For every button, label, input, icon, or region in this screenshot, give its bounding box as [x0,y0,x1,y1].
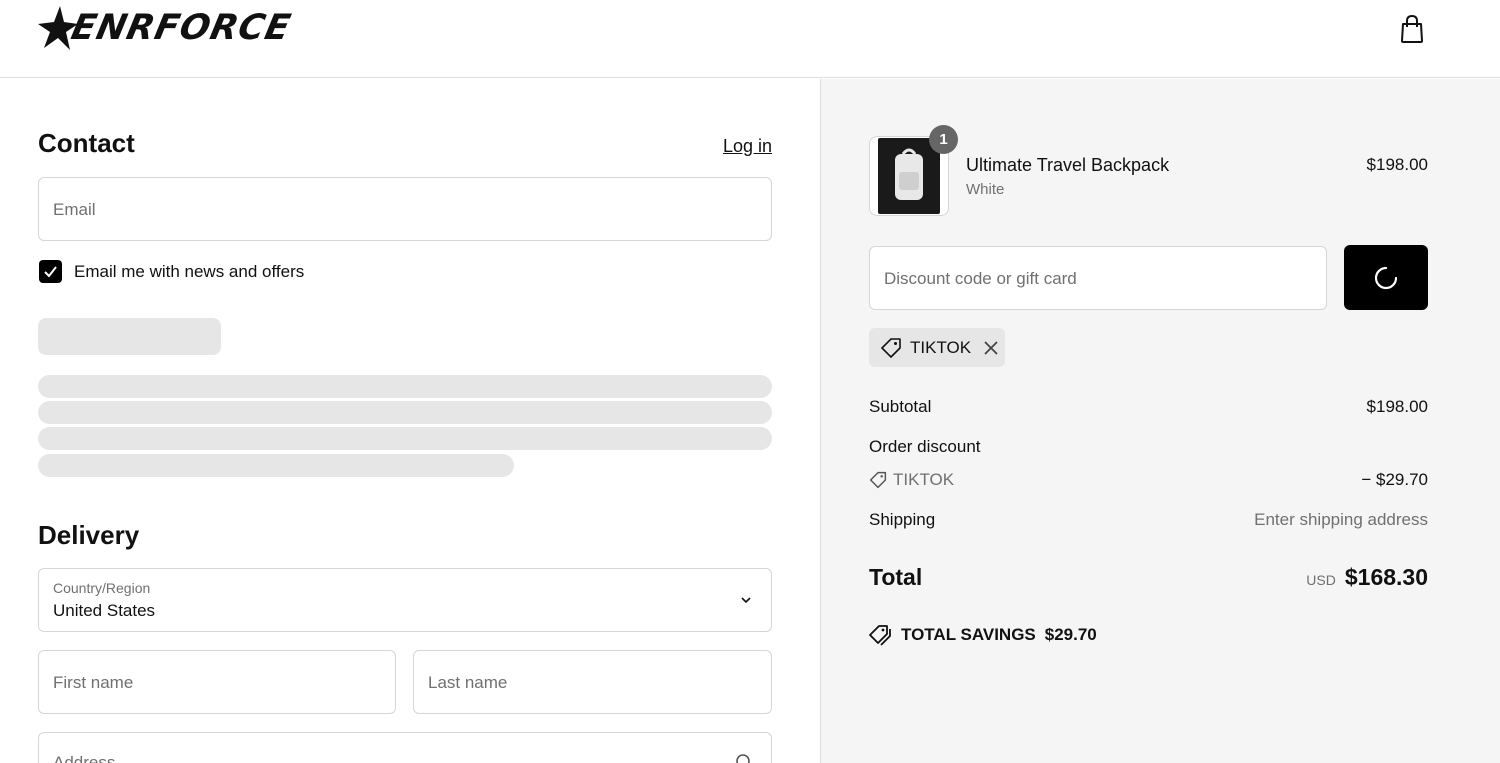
login-link[interactable]: Log in [723,136,772,157]
apply-discount-button[interactable] [1344,245,1428,310]
skeleton-line [38,401,772,424]
quantity-badge: 1 [929,125,958,154]
subtotal-value: $198.00 [1366,397,1428,416]
savings-label: TOTAL SAVINGS [901,625,1036,644]
skeleton-block [38,318,221,355]
first-name-field[interactable]: First name [38,650,396,714]
country-label: Country/Region [53,580,151,596]
product-variant: White [966,181,1005,198]
loading-spinner-icon [1374,266,1398,289]
discount-code-field[interactable]: Discount code or gift card [869,246,1327,310]
applied-discount-chip: TIKTOK [869,328,1005,367]
remove-discount-icon[interactable] [983,340,999,356]
applied-code-text: TIKTOK [910,337,972,357]
checkmark-icon [44,266,57,278]
total-amount: USD $168.30 [1306,564,1428,591]
last-name-field[interactable]: Last name [413,650,772,714]
search-icon [736,754,750,763]
discount-code-placeholder: Discount code or gift card [884,269,1077,288]
skeleton-line [38,427,772,450]
skeleton-line [38,375,772,398]
first-name-placeholder: First name [53,673,134,692]
email-field[interactable]: Email [38,177,772,241]
discount-code-line: TIKTOK [869,470,954,490]
total-currency: USD [1306,572,1336,588]
product-image [878,138,940,214]
tag-icon [869,471,887,489]
subtotal-label: Subtotal [869,397,932,416]
chevron-down-icon [741,597,751,604]
total-savings: TOTAL SAVINGS $29.70 [869,624,1097,646]
total-label: Total [869,564,923,590]
discount-code-name: TIKTOK [893,470,955,489]
address-placeholder: Address [53,753,116,763]
last-name-placeholder: Last name [428,673,508,692]
newsletter-label: Email me with news and offers [74,262,305,281]
email-placeholder: Email [53,200,96,219]
backpack-image-icon [895,148,923,200]
contact-heading: Contact [38,128,135,158]
skeleton-line [38,454,514,477]
address-field[interactable]: Address [38,732,772,763]
savings-value: $29.70 [1044,625,1097,644]
newsletter-checkbox[interactable] [39,260,62,283]
tag-icon [881,337,901,358]
order-discount-label: Order discount [869,437,981,456]
brand-name: ENRFORCE [67,8,295,48]
shipping-value: Enter shipping address [1254,510,1428,529]
delivery-heading: Delivery [38,520,140,550]
discount-amount: − $29.70 [1361,470,1428,489]
country-select[interactable]: Country/Region United States [38,568,772,632]
shopping-bag-icon[interactable] [1398,14,1426,44]
country-value: United States [53,601,156,620]
product-name: Ultimate Travel Backpack [966,155,1170,175]
site-header: ENRFORCE [0,0,1500,78]
product-price: $198.00 [1366,155,1428,174]
brand-logo[interactable]: ENRFORCE [38,4,295,52]
tags-icon [869,625,891,646]
shipping-label: Shipping [869,510,936,529]
total-value: $168.30 [1344,564,1428,590]
